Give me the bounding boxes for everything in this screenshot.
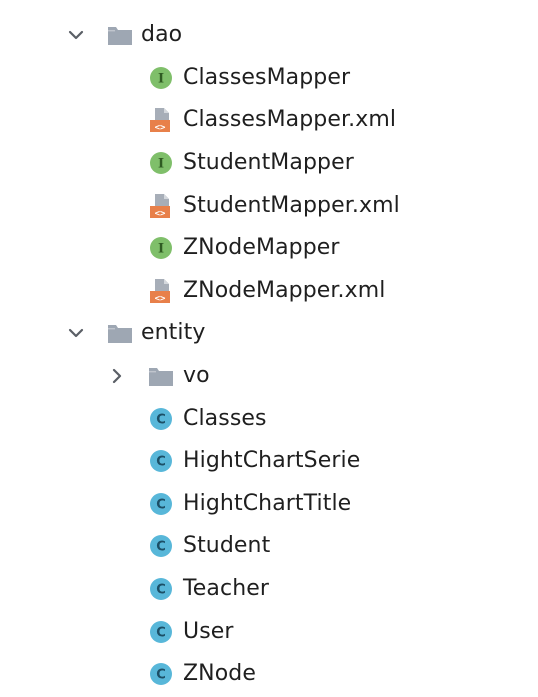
class-letter: C [156,455,166,470]
tree-item-class[interactable]: C ZNode [0,653,538,696]
tree-item-label: StudentMapper.xml [183,192,400,218]
chevron-right-icon[interactable] [109,368,125,384]
class-letter: C [156,668,166,683]
tree-item-label: HightChartTitle [183,490,352,516]
class-icon: C [148,448,174,474]
interface-icon: I [148,235,174,261]
tree-item-class[interactable]: C HightChartTitle [0,483,538,526]
tree-item-label: Teacher [183,576,270,602]
class-icon: C [148,619,174,645]
interface-letter: I [158,71,164,86]
tree-item-class[interactable]: C Classes [0,397,538,440]
xml-glyph: <> [155,294,166,304]
folder-icon [107,320,133,346]
class-letter: C [156,583,166,598]
folder-icon [148,363,174,389]
tree-item-xml-file[interactable]: <> ClassesMapper.xml [0,99,538,142]
tree-item-label: Student [183,533,271,559]
tree-item-label: ZNodeMapper.xml [183,277,386,303]
xml-glyph: <> [155,123,166,133]
tree-item-label: dao [141,22,183,48]
tree-item-class[interactable]: C Student [0,525,538,568]
tree-item-interface[interactable]: I ClassesMapper [0,57,538,100]
tree-item-label: ClassesMapper [183,64,351,90]
tree-item-label: Classes [183,405,267,431]
tree-item-label: ZNodeMapper [183,235,340,261]
tree-folder-entity[interactable]: entity [0,312,538,355]
tree-item-xml-file[interactable]: <> ZNodeMapper.xml [0,270,538,313]
interface-icon: I [148,65,174,91]
tree-item-label: vo [183,363,210,389]
tree-item-label: HightChartSerie [183,448,361,474]
tree-item-class[interactable]: C User [0,610,538,653]
class-letter: C [156,412,166,427]
xml-file-icon: <> [148,107,174,133]
chevron-down-icon[interactable] [68,27,84,43]
tree-item-class[interactable]: C Teacher [0,568,538,611]
tree-folder-dao[interactable]: dao [0,14,538,57]
class-icon: C [148,491,174,517]
tree-item-label: User [183,618,234,644]
xml-file-icon: <> [148,193,174,219]
tree-item-xml-file[interactable]: <> StudentMapper.xml [0,184,538,227]
interface-letter: I [158,242,164,257]
chevron-down-icon[interactable] [68,325,84,341]
class-letter: C [156,497,166,512]
interface-letter: I [158,157,164,172]
tree-item-label: entity [141,320,206,346]
class-icon: C [148,576,174,602]
interface-icon: I [148,150,174,176]
class-icon: C [148,533,174,559]
tree-item-label: ClassesMapper.xml [183,107,397,133]
tree-item-class[interactable]: C HightChartSerie [0,440,538,483]
xml-glyph: <> [155,209,166,219]
tree-item-interface[interactable]: I StudentMapper [0,142,538,185]
class-letter: C [156,625,166,640]
folder-icon [107,22,133,48]
tree-folder-vo[interactable]: vo [0,355,538,398]
xml-file-icon: <> [148,278,174,304]
tree-item-interface[interactable]: I ZNodeMapper [0,227,538,270]
class-letter: C [156,540,166,555]
tree-item-label: ZNode [183,661,256,687]
class-icon: C [148,406,174,432]
tree-item-label: StudentMapper [183,150,354,176]
class-icon: C [148,661,174,687]
project-tree: dao I ClassesMapper <> ClassesMapper.xml… [0,14,538,696]
